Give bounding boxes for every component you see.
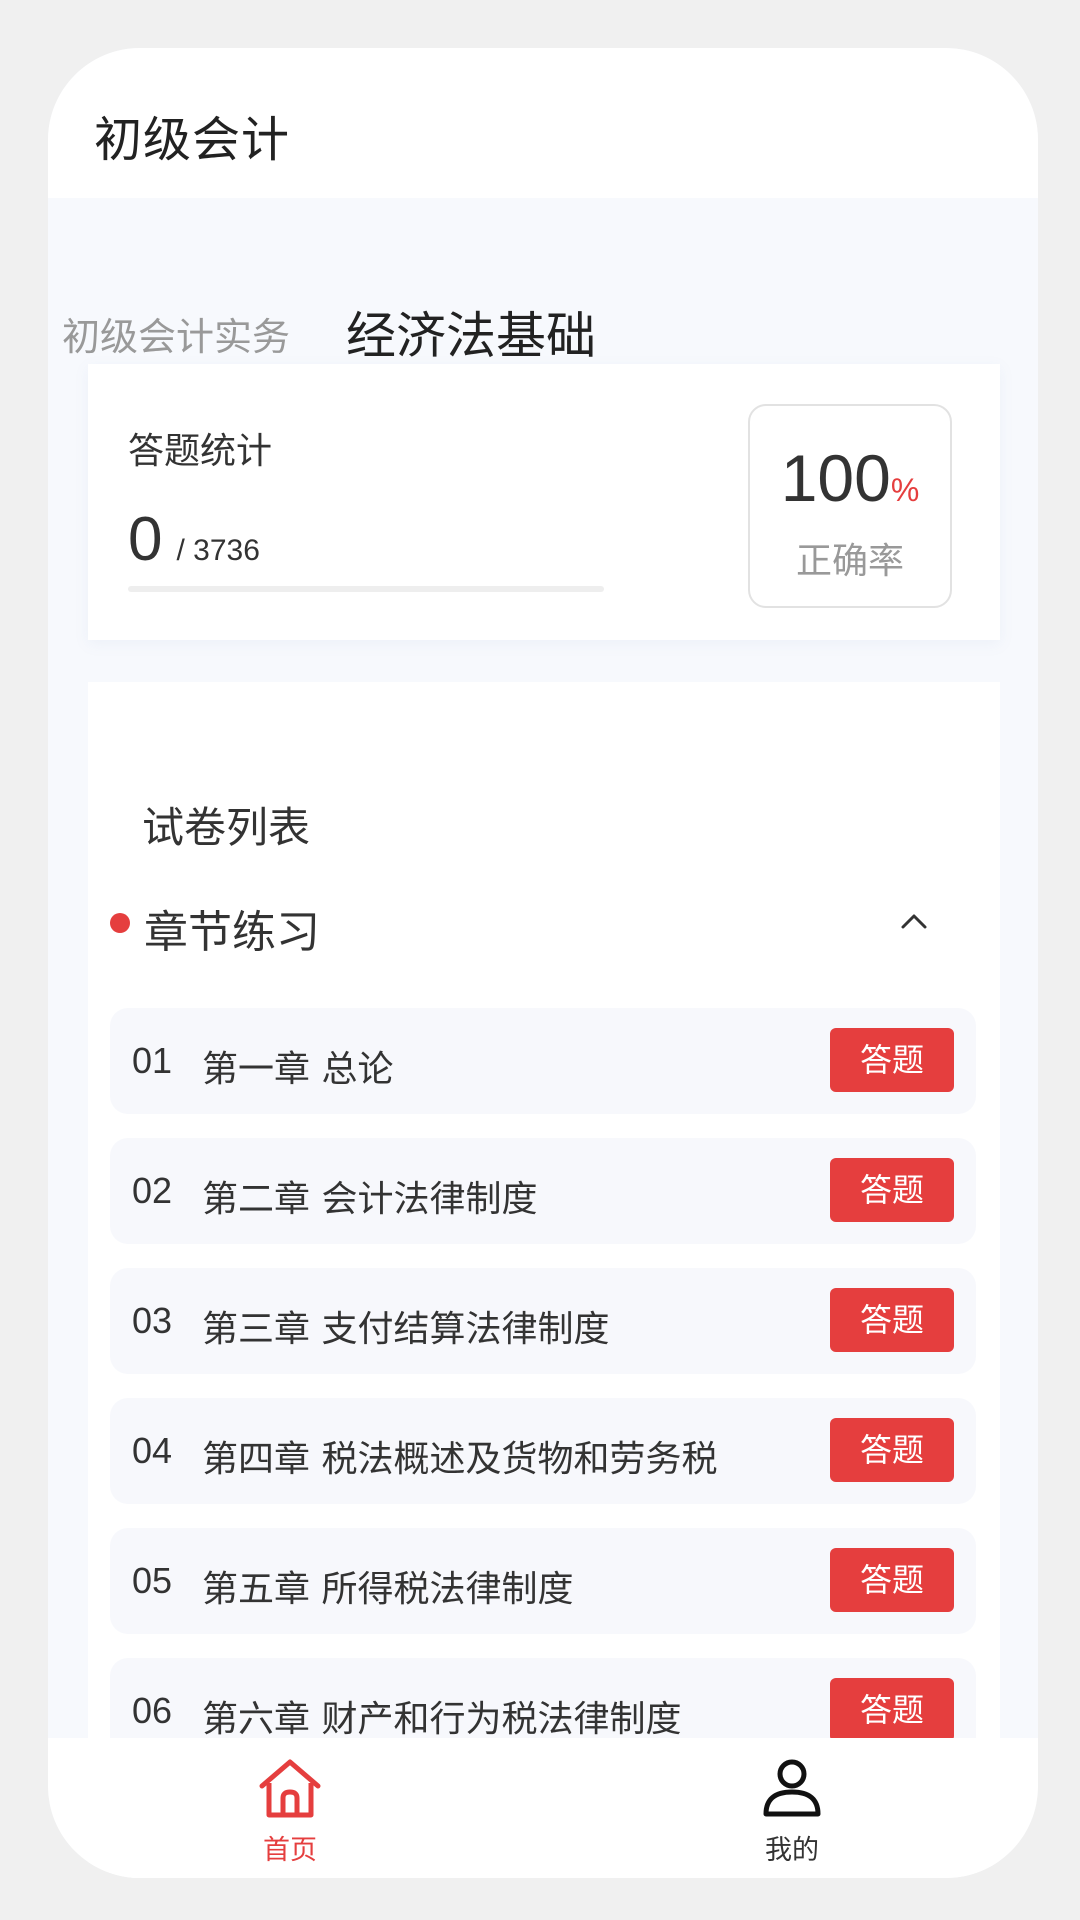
page-title: 初级会计 [94, 112, 291, 168]
answer-stats-card: 答题统计 0 / 3736 100% 正确率 [88, 364, 1000, 640]
answer-button[interactable]: 答题 [830, 1678, 954, 1742]
section-chapter-practice[interactable]: 章节练习 [88, 892, 1000, 958]
app-header: 初级会计 [48, 48, 1038, 198]
tab-accounting-practice[interactable]: 初级会计实务 [62, 306, 290, 361]
section-dot-icon [110, 913, 130, 933]
answer-button[interactable]: 答题 [830, 1028, 954, 1092]
chapter-row[interactable]: 02 第二章 会计法律制度 答题 [110, 1138, 976, 1244]
chapter-number: 02 [132, 1170, 173, 1211]
app-screen: 初级会计 初级会计实务 经济法基础 答题统计 0/ 3736 100% 正确率 … [48, 48, 1038, 1878]
accuracy-number: 100 [780, 441, 891, 515]
stats-title: 答题统计 [128, 431, 273, 472]
chapter-number: 05 [132, 1560, 173, 1601]
chapter-name: 第二章 会计法律制度 [202, 1179, 538, 1220]
chapter-name: 第一章 总论 [202, 1049, 394, 1090]
user-icon [763, 1759, 821, 1817]
section-label: 章节练习 [144, 907, 320, 958]
answer-button[interactable]: 答题 [830, 1288, 954, 1352]
chapter-number: 03 [132, 1300, 173, 1341]
accuracy-percent-sign: % [890, 472, 920, 508]
chapter-number: 01 [132, 1040, 173, 1081]
chapter-number: 06 [132, 1690, 173, 1731]
chapter-number: 04 [132, 1430, 173, 1471]
paper-list-title: 试卷列表 [142, 803, 311, 852]
answer-button[interactable]: 答题 [830, 1418, 954, 1482]
chapter-row[interactable]: 05 第五章 所得税法律制度 答题 [110, 1528, 976, 1634]
nav-home-label: 首页 [263, 1835, 317, 1866]
chapter-row[interactable]: 03 第三章 支付结算法律制度 答题 [110, 1268, 976, 1374]
home-icon [259, 1759, 321, 1818]
chevron-up-icon[interactable] [898, 906, 930, 938]
answer-button[interactable]: 答题 [830, 1548, 954, 1612]
accuracy-box: 100% 正确率 [748, 404, 952, 608]
progress-bar [128, 586, 604, 592]
accuracy-value: 100% [750, 440, 950, 516]
tab-economic-law[interactable]: 经济法基础 [346, 296, 596, 368]
chapter-name: 第五章 所得税法律制度 [202, 1569, 574, 1610]
chapter-row[interactable]: 01 第一章 总论 答题 [110, 1008, 976, 1114]
answer-button[interactable]: 答题 [830, 1158, 954, 1222]
total-count: / 3736 [176, 534, 260, 567]
chapter-name: 第四章 税法概述及货物和劳务税 [202, 1439, 718, 1480]
accuracy-label: 正确率 [795, 541, 904, 582]
subject-tabs: 初级会计实务 经济法基础 [48, 198, 1038, 365]
chapter-name: 第三章 支付结算法律制度 [202, 1309, 610, 1350]
nav-mine-label: 我的 [765, 1835, 819, 1866]
bottom-nav: 首页 我的 [48, 1738, 1038, 1878]
stats-count: 0 / 3736 [128, 504, 260, 575]
nav-mine[interactable]: 我的 [692, 1738, 892, 1878]
nav-home[interactable]: 首页 [190, 1738, 390, 1878]
chapter-row[interactable]: 04 第四章 税法概述及货物和劳务税 答题 [110, 1398, 976, 1504]
chapter-name: 第六章 财产和行为税法律制度 [202, 1699, 682, 1740]
answered-count: 0 [128, 505, 163, 574]
paper-list-card: 试卷列表 章节练习 01 第一章 总论 答题 02 第二章 会计法律制度 答题 … [88, 682, 1000, 1878]
